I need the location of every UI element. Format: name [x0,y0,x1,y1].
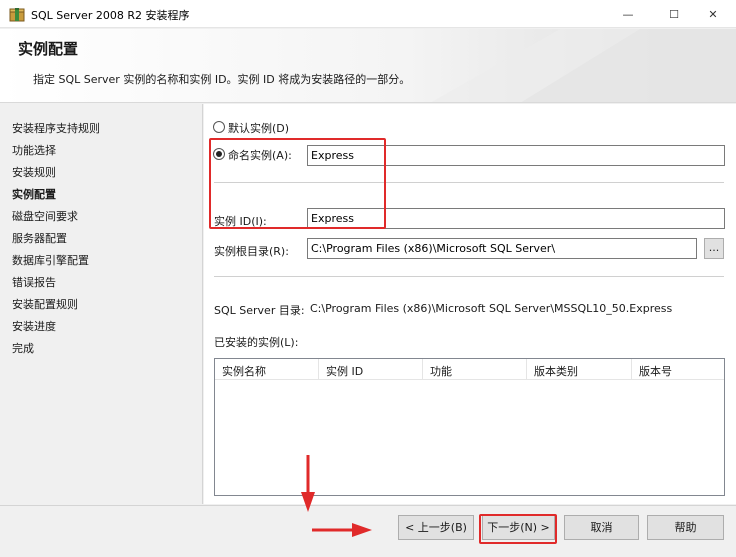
installed-instances-grid[interactable]: 实例名称 实例 ID 功能 版本类别 版本号 [214,358,725,496]
column-header-version[interactable]: 版本号 [632,359,724,380]
named-instance-radio[interactable] [213,148,225,160]
nav-item-install-progress[interactable]: 安装进度 [12,318,56,334]
cancel-button[interactable]: 取消 [564,515,639,540]
nav-item-server-config[interactable]: 服务器配置 [12,230,67,246]
nav-item-error-reporting[interactable]: 错误报告 [12,274,56,290]
header-background [0,29,736,102]
column-header-instance-name[interactable]: 实例名称 [215,359,319,380]
nav-item-install-rules[interactable]: 安装规则 [12,164,56,180]
step-navigation: 安装程序支持规则 功能选择 安装规则 实例配置 磁盘空间要求 服务器配置 数据库… [0,104,203,504]
named-instance-label[interactable]: 命名实例(A): [228,147,292,163]
instance-root-dir-label: 实例根目录(R): [214,245,289,258]
instance-id-input[interactable]: Express [307,208,725,229]
window-title: SQL Server 2008 R2 安装程序 [31,9,190,22]
nav-item-feature-selection[interactable]: 功能选择 [12,142,56,158]
maximize-icon: ☐ [669,7,679,21]
grid-header-row: 实例名称 实例 ID 功能 版本类别 版本号 [215,359,724,380]
column-header-features[interactable]: 功能 [423,359,527,380]
column-header-edition[interactable]: 版本类别 [527,359,632,380]
minimize-icon: — [622,7,634,21]
separator-2 [214,276,724,277]
nav-item-complete[interactable]: 完成 [12,340,34,356]
page-description: 指定 SQL Server 实例的名称和实例 ID。实例 ID 将成为安装路径的… [33,73,411,86]
back-button[interactable]: < 上一步(B) [398,515,474,540]
close-button[interactable]: ✕ [690,0,736,28]
named-instance-input[interactable]: Express [307,145,725,166]
help-button[interactable]: 帮助 [647,515,724,540]
installed-instances-label: 已安装的实例(L): [214,336,299,349]
instance-root-dir-input[interactable]: C:\Program Files (x86)\Microsoft SQL Ser… [307,238,697,259]
page-header: 实例配置 指定 SQL Server 实例的名称和实例 ID。实例 ID 将成为… [0,29,736,103]
default-instance-radio[interactable] [213,121,225,133]
sql-installer-icon [9,8,25,22]
column-header-instance-id[interactable]: 实例 ID [319,359,423,380]
separator-1 [214,182,724,183]
default-instance-label[interactable]: 默认实例(D) [228,120,289,136]
instance-id-label: 实例 ID(I): [214,215,267,228]
sql-server-dir-value: C:\Program Files (x86)\Microsoft SQL Ser… [310,302,673,315]
minimize-button[interactable]: — [605,0,651,28]
nav-item-disk-space[interactable]: 磁盘空间要求 [12,208,78,224]
nav-item-db-engine-config[interactable]: 数据库引擎配置 [12,252,89,268]
sql-server-dir-label: SQL Server 目录: [214,304,305,317]
next-button[interactable]: 下一步(N) > [482,515,555,540]
browse-button[interactable]: ... [704,238,724,259]
nav-item-support-rules[interactable]: 安装程序支持规则 [12,120,100,136]
close-icon: ✕ [708,7,718,21]
nav-item-instance-config[interactable]: 实例配置 [12,186,56,202]
title-bar: SQL Server 2008 R2 安装程序 — ☐ ✕ [0,0,736,28]
nav-item-config-rules[interactable]: 安装配置规则 [12,296,78,312]
page-title: 实例配置 [18,40,79,58]
